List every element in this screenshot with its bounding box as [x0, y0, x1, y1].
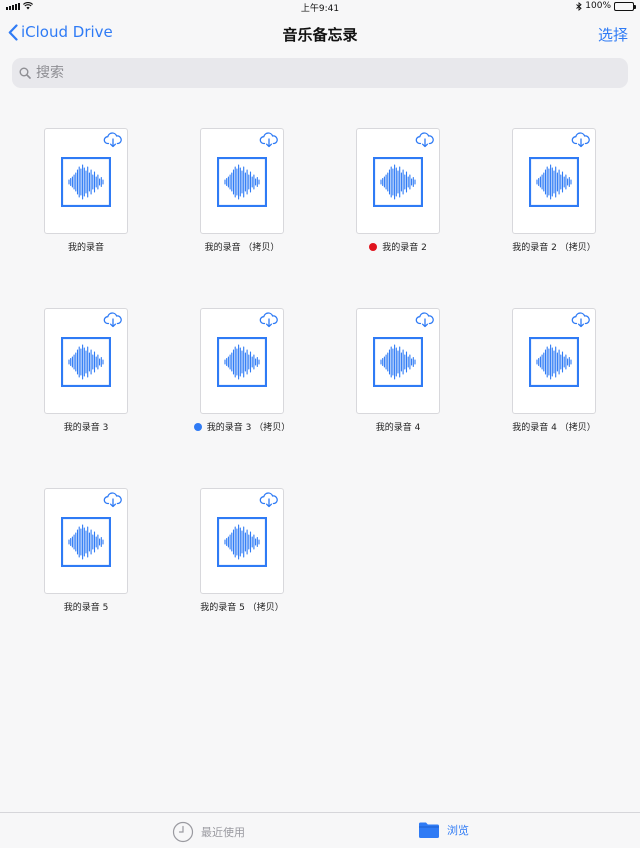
audio-file-thumbnail	[200, 308, 284, 414]
file-grid: 我的录音 我的录音 （拷贝） 我的录音 2 我的录音 2 （拷贝） 我的录音 3…	[8, 128, 632, 668]
audio-file-thumbnail	[200, 128, 284, 234]
file-name: 我的录音 5 （拷贝）	[200, 600, 283, 613]
file-name: 我的录音	[68, 240, 104, 253]
navigation-bar: iCloud Drive 音乐备忘录 选择	[0, 14, 640, 54]
cloud-download-icon[interactable]	[415, 132, 435, 148]
back-button-label: iCloud Drive	[21, 23, 113, 41]
tab-browse[interactable]: 浏览	[418, 821, 469, 839]
file-item[interactable]: 我的录音 4	[320, 308, 476, 488]
cloud-download-icon[interactable]	[259, 312, 279, 328]
waveform-icon	[61, 157, 111, 207]
waveform-icon	[217, 517, 267, 567]
cloud-download-icon[interactable]	[259, 132, 279, 148]
file-name-text: 我的录音	[67, 243, 104, 253]
file-name-text: 我的录音 5	[63, 603, 109, 613]
search-input[interactable]	[36, 65, 596, 81]
file-item[interactable]: 我的录音 4 （拷贝）	[476, 308, 632, 488]
waveform-icon	[529, 157, 579, 207]
file-item[interactable]: 我的录音 5 （拷贝）	[164, 488, 320, 668]
file-name: 我的录音 5	[64, 600, 109, 613]
waveform-icon	[373, 337, 423, 387]
audio-file-thumbnail	[356, 308, 440, 414]
tab-bar: 最近使用 浏览	[0, 812, 640, 848]
color-tag-dot	[369, 242, 378, 251]
audio-file-thumbnail	[200, 488, 284, 594]
file-item[interactable]: 我的录音 3	[8, 308, 164, 488]
file-name: 我的录音 2	[369, 240, 427, 253]
clock-icon	[172, 821, 194, 843]
file-item[interactable]: 我的录音	[8, 128, 164, 308]
file-item[interactable]: 我的录音 2 （拷贝）	[476, 128, 632, 308]
file-name-text: 我的录音 4	[375, 423, 421, 433]
tab-browse-label: 浏览	[447, 824, 469, 837]
bluetooth-icon	[576, 1, 582, 11]
select-button[interactable]: 选择	[598, 24, 628, 45]
file-name-text: 我的录音 （拷贝）	[204, 243, 280, 253]
audio-file-thumbnail	[44, 488, 128, 594]
cloud-download-icon[interactable]	[415, 312, 435, 328]
waveform-icon	[61, 337, 111, 387]
file-name-text: 我的录音 5 （拷贝）	[200, 603, 284, 613]
battery-percent: 100%	[585, 1, 611, 11]
file-name: 我的录音 4 （拷贝）	[512, 420, 595, 433]
file-name: 我的录音 4	[376, 420, 421, 433]
file-item[interactable]: 我的录音 2	[320, 128, 476, 308]
file-name: 我的录音 2 （拷贝）	[512, 240, 595, 253]
tab-recents-label: 最近使用	[201, 826, 245, 839]
waveform-icon	[373, 157, 423, 207]
file-name-text: 我的录音 4 （拷贝）	[512, 423, 596, 433]
folder-icon	[419, 822, 439, 838]
back-button[interactable]: iCloud Drive	[8, 23, 113, 41]
status-right: 100%	[576, 1, 636, 11]
audio-file-thumbnail	[356, 128, 440, 234]
file-name: 我的录音 3 （拷贝）	[193, 420, 291, 433]
waveform-icon	[217, 337, 267, 387]
file-name-text: 我的录音 2	[382, 243, 427, 253]
cloud-download-icon[interactable]	[571, 132, 591, 148]
status-time: 上午9:41	[300, 4, 340, 14]
cloud-download-icon[interactable]	[103, 132, 123, 148]
file-name-text: 我的录音 2 （拷贝）	[512, 243, 596, 253]
audio-file-thumbnail	[512, 308, 596, 414]
status-bar: 上午9:41 100%	[0, 0, 640, 14]
waveform-icon	[529, 337, 579, 387]
audio-file-thumbnail	[512, 128, 596, 234]
chevron-left-icon	[8, 23, 18, 41]
cloud-download-icon[interactable]	[103, 492, 123, 508]
cloud-download-icon[interactable]	[259, 492, 279, 508]
file-name-text: 我的录音 3	[63, 423, 109, 433]
waveform-icon	[61, 517, 111, 567]
search-bar[interactable]	[12, 58, 628, 88]
file-name: 我的录音 3	[64, 420, 109, 433]
file-name-text: 我的录音 3 （拷贝）	[206, 423, 291, 433]
waveform-icon	[217, 157, 267, 207]
file-item[interactable]: 我的录音 （拷贝）	[164, 128, 320, 308]
file-name: 我的录音 （拷贝）	[205, 240, 280, 253]
file-item[interactable]: 我的录音 5	[8, 488, 164, 668]
audio-file-thumbnail	[44, 128, 128, 234]
audio-file-thumbnail	[44, 308, 128, 414]
cloud-download-icon[interactable]	[103, 312, 123, 328]
battery-icon	[614, 1, 636, 11]
file-item[interactable]: 我的录音 3 （拷贝）	[164, 308, 320, 488]
tab-recents[interactable]: 最近使用	[172, 821, 245, 843]
cloud-download-icon[interactable]	[571, 312, 591, 328]
search-icon	[19, 67, 31, 79]
color-tag-dot	[193, 422, 202, 431]
